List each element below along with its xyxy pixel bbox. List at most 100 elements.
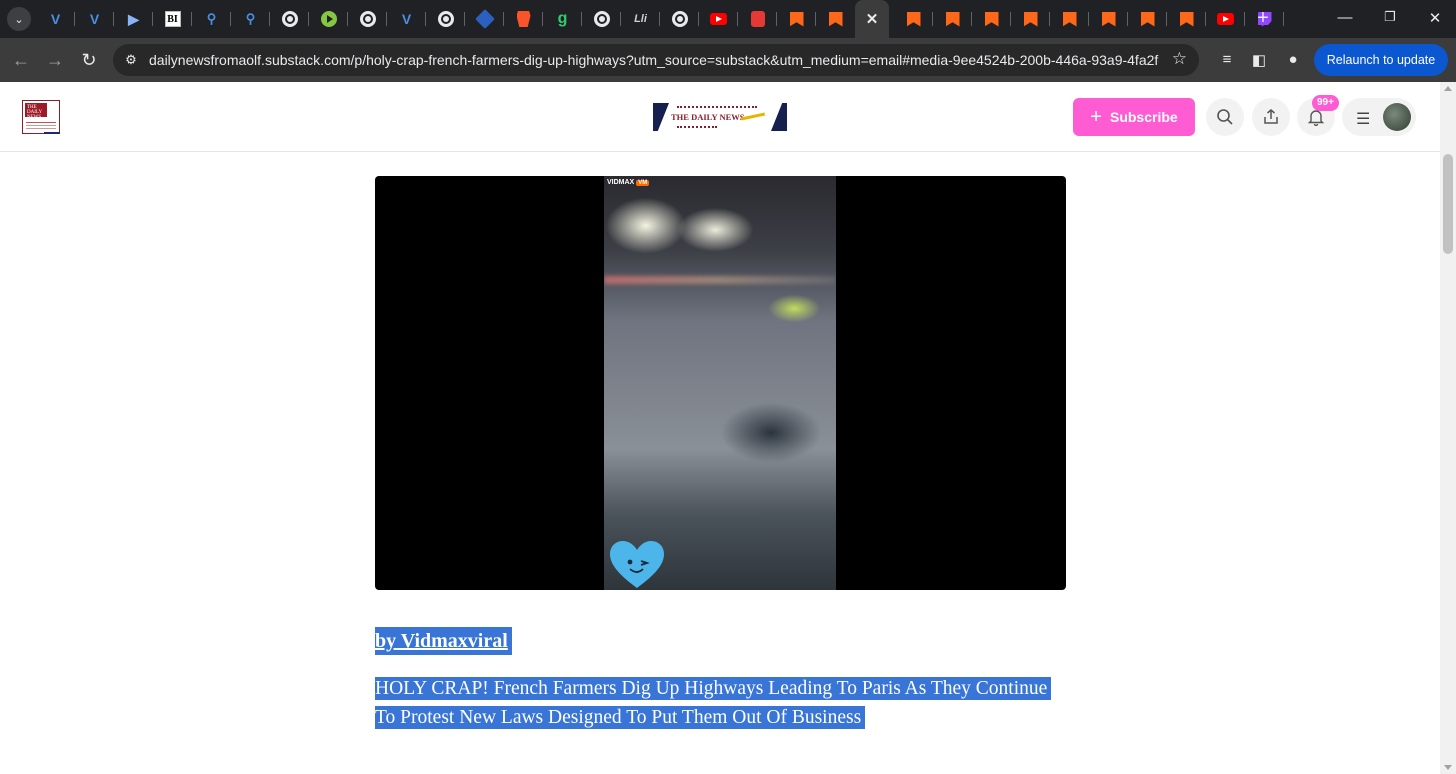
literal-icon: Lli	[634, 13, 647, 25]
tab-strip: ⌄ V V ▶ BI ⚲ ⚲ Vg Lli ✕ + — ❐ ✕	[0, 0, 1456, 38]
video-watermark: VIDMAX VM	[607, 179, 650, 186]
youtube-icon	[1217, 13, 1234, 25]
account-menu-button[interactable]: ☰	[1342, 98, 1416, 136]
profile-icon[interactable]: ●	[1283, 51, 1303, 68]
browser-tab[interactable]	[660, 0, 699, 38]
url-text[interactable]: dailynewsfromaolf.substack.com/p/holy-cr…	[149, 52, 1159, 68]
browser-tab[interactable]	[972, 0, 1011, 38]
browser-tab[interactable]: ▶	[114, 0, 153, 38]
winking-heart-icon	[610, 541, 664, 588]
browser-tab[interactable]	[699, 0, 738, 38]
globe-icon	[359, 11, 376, 27]
browser-tab[interactable]: ⚲	[192, 0, 231, 38]
cube-icon	[474, 9, 495, 29]
browser-tab[interactable]: V	[387, 0, 426, 38]
browser-tab[interactable]	[426, 0, 465, 38]
browser-tab[interactable]	[582, 0, 621, 38]
browser-tab[interactable]	[270, 0, 309, 38]
plus-icon: +	[1090, 106, 1102, 128]
browser-tab[interactable]: BI	[153, 0, 192, 38]
substack-icon	[828, 11, 843, 27]
browser-tab[interactable]	[504, 0, 543, 38]
substack-icon	[1101, 11, 1116, 27]
page-scrollbar[interactable]	[1440, 82, 1456, 774]
browser-tab[interactable]	[1128, 0, 1167, 38]
browser-tab[interactable]: V	[36, 0, 75, 38]
browser-tab[interactable]	[465, 0, 504, 38]
bookmark-star-icon[interactable]: ☆	[1172, 49, 1187, 69]
browser-tab[interactable]: g	[543, 0, 582, 38]
browser-toolbar: ← → ↻ ⚙ dailynewsfromaolf.substack.com/p…	[0, 38, 1456, 82]
restore-icon[interactable]: ❐	[1380, 9, 1400, 25]
substack-icon	[984, 11, 999, 27]
browser-tab[interactable]	[1011, 0, 1050, 38]
new-tab-button[interactable]: +	[1252, 8, 1274, 30]
headline-line-1: HOLY CRAP! French Farmers Dig Up Highway…	[375, 677, 1052, 700]
search-button[interactable]	[1206, 98, 1244, 136]
browser-tab[interactable]	[1167, 0, 1206, 38]
search-favicon: ⚲	[206, 11, 217, 26]
byline-link[interactable]: by Vidmaxviral	[375, 627, 512, 655]
browser-tab[interactable]	[816, 0, 855, 38]
globe-icon	[671, 11, 688, 27]
back-button[interactable]: ←	[10, 49, 32, 71]
forward-icon: ▶	[128, 10, 139, 27]
page-content: THE DAILY NEWS THE DAILY NEWS + Subscrib…	[0, 82, 1440, 774]
g-icon: g	[557, 10, 568, 27]
substack-icon	[1023, 11, 1038, 27]
search-icon	[1217, 109, 1233, 125]
scrollbar-thumb[interactable]	[1443, 154, 1453, 254]
tab-search-button[interactable]: ⌄	[7, 7, 31, 31]
browser-tab[interactable]	[309, 0, 348, 38]
forward-button[interactable]: →	[44, 49, 66, 71]
hamburger-menu-icon: ☰	[1356, 111, 1371, 128]
browser-tab[interactable]	[933, 0, 972, 38]
close-icon[interactable]: ✕	[864, 11, 880, 28]
video-player[interactable]: VIDMAX VM	[375, 176, 1066, 590]
subscribe-label: Subscribe	[1109, 109, 1178, 125]
side-panel-icon[interactable]: ◧	[1249, 51, 1269, 69]
substack-icon	[945, 11, 960, 27]
browser-tab[interactable]: Lli	[621, 0, 660, 38]
search-favicon: ⚲	[245, 11, 256, 26]
globe-icon	[281, 11, 298, 27]
globe-icon	[437, 11, 454, 27]
reload-button[interactable]: ↻	[78, 49, 100, 71]
article-headline: HOLY CRAP! French Farmers Dig Up Highway…	[375, 674, 1075, 732]
close-window-icon[interactable]: ✕	[1425, 9, 1445, 27]
browser-tab[interactable]	[1089, 0, 1128, 38]
masthead-logo[interactable]: THE DAILY NEWS	[653, 103, 787, 131]
browser-tab[interactable]	[1050, 0, 1089, 38]
subscribe-button[interactable]: + Subscribe	[1073, 98, 1195, 136]
site-logo-icon[interactable]: THE DAILY NEWS	[22, 100, 60, 134]
chevron-down-icon: ⌄	[14, 13, 24, 26]
browser-tab[interactable]	[348, 0, 387, 38]
globe-icon	[593, 11, 610, 27]
tab-list: V V ▶ BI ⚲ ⚲ Vg Lli ✕	[36, 0, 1284, 38]
scroll-down-arrow-icon[interactable]	[1444, 765, 1452, 770]
business-insider-icon: BI	[164, 11, 181, 27]
share-icon	[1264, 109, 1278, 124]
scroll-up-arrow-icon[interactable]	[1444, 86, 1452, 91]
vimeo-icon: V	[89, 11, 100, 27]
browser-tab[interactable]	[777, 0, 816, 38]
vimeo-icon: V	[50, 11, 61, 27]
browser-tab[interactable]	[894, 0, 933, 38]
browser-tab[interactable]: ✕	[855, 0, 889, 38]
substack-icon	[1140, 11, 1155, 27]
relaunch-button[interactable]: Relaunch to update	[1314, 44, 1448, 76]
browser-tab[interactable]: ⚲	[231, 0, 270, 38]
browser-tab[interactable]	[738, 0, 777, 38]
brave-icon	[516, 11, 531, 27]
site-info-icon[interactable]: ⚙	[123, 52, 139, 68]
address-bar[interactable]: ⚙ dailynewsfromaolf.substack.com/p/holy-…	[113, 44, 1199, 76]
headline-line-2: To Protest New Laws Designed To Put Them…	[375, 706, 866, 729]
browser-tab[interactable]: V	[75, 0, 114, 38]
share-button[interactable]	[1252, 98, 1290, 136]
masthead-title: THE DAILY NEWS	[671, 112, 745, 122]
substack-icon	[1179, 11, 1194, 27]
browser-tab[interactable]	[1206, 0, 1245, 38]
media-control-icon[interactable]: ≡	[1217, 51, 1237, 68]
vimeo-icon: V	[401, 11, 412, 27]
minimize-icon[interactable]: —	[1335, 9, 1355, 26]
